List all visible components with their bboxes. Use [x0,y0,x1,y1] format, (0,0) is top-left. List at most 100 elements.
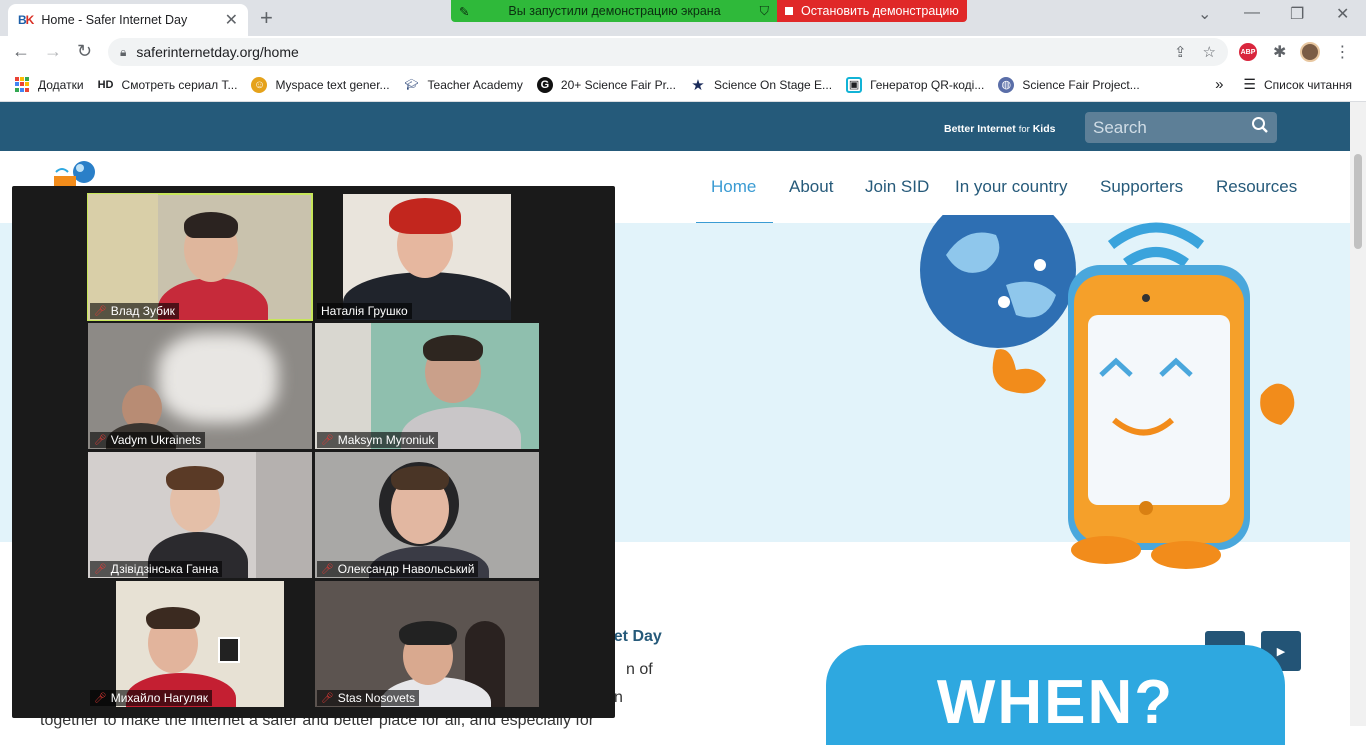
arrow-right-icon: ▶ [1276,645,1286,658]
participant-name: Олександр Навольський [337,562,475,576]
participant-tile[interactable]: 🎤︎ Vadym Ukrainets [88,323,312,449]
forward-icon[interactable]: → [44,41,62,62]
mic-muted-icon: 🎤︎ [321,692,334,704]
mic-muted-icon: 🎤︎ [94,563,107,575]
when-card: WHEN? [826,645,1285,745]
bookmark-science-on-stage[interactable]: ★ Science On Stage E... [690,76,833,94]
bookmark-label: Science Fair Project... [1022,77,1140,92]
nav-resources[interactable]: Resources [1216,177,1297,197]
star-icon: ★ [691,76,705,94]
participant-name: Михайло Нагуляк [110,691,208,705]
reading-list-label: Список читання [1263,77,1352,92]
share-pin-icon[interactable]: ✎ [459,4,469,19]
minimize-icon[interactable]: — [1244,4,1260,22]
window-close-icon[interactable]: ✕ [1336,4,1349,24]
tab-close-icon[interactable]: ✕ [225,10,238,30]
search-icon[interactable] [1251,116,1269,139]
adblock-icon[interactable]: ABP [1239,43,1257,61]
participant-tile[interactable]: 🎤︎ Влад Зубик [87,193,313,321]
participant-name: Влад Зубик [110,304,175,318]
page-scrollbar[interactable] [1350,102,1366,726]
participant-tile[interactable]: 🎤︎ Дзівідзінська Ганна [88,452,312,578]
menu-icon[interactable]: ⋮ [1334,42,1350,62]
hero-illustration [916,192,1316,590]
bookmark-label: Science On Stage E... [713,77,833,92]
participant-name: Наталія Грушко [321,304,408,318]
tab-title: Home - Safer Internet Day [41,13,188,27]
screen-share-status: ✎ Вы запустили демонстрацию экрана ⛉ [451,0,777,22]
apps-grid-icon [14,76,30,93]
nav-home[interactable]: Home [711,177,756,197]
bookmark-teacher-academy[interactable]: 🎓︎ Teacher Academy [404,77,523,93]
reading-list-icon: ☰ [1243,76,1256,92]
scrollbar-thumb[interactable] [1354,154,1362,249]
restore-icon[interactable]: ❐ [1290,4,1304,24]
stop-share-label: Остановить демонстрацию [801,4,959,18]
stop-icon [785,7,793,15]
site-search-input[interactable]: Search [1085,112,1277,143]
url-text: saferinternetday.org/home [136,44,299,60]
participant-tile[interactable]: 🎤︎ Олександр Навольський [315,452,539,578]
address-bar[interactable]: 🔒︎ saferinternetday.org/home ⇪ ☆ [108,38,1228,66]
bookmark-label: Teacher Academy [427,77,523,92]
browser-tab-bar: BK Home - Safer Internet Day ✕ + ✎ Вы за… [0,0,1366,36]
participant-tile[interactable]: 🎤︎ Maksym Myroniuk [315,323,539,449]
bookmark-science-fair[interactable]: G 20+ Science Fair Pr... [536,76,676,93]
myspace-icon: ☺ [251,76,268,93]
participant-name: Vadym Ukrainets [110,433,202,447]
participant-tile[interactable]: Наталія Грушко [315,194,539,320]
nav-about[interactable]: About [789,177,833,197]
new-tab-icon[interactable]: + [260,5,273,31]
mic-muted-icon: 🎤︎ [94,434,107,446]
bookmark-label: Myspace text gener... [275,77,390,92]
tab-search-icon[interactable]: ⌄ [1198,4,1211,24]
lock-icon[interactable]: 🔒︎ [120,45,126,60]
reload-icon[interactable]: ↻ [77,41,92,62]
bookmark-science-fair-project[interactable]: ◍ Science Fair Project... [998,76,1140,93]
mic-muted-icon: 🎤︎ [94,305,107,317]
participant-name: Stas Nosovets [337,691,416,705]
back-icon[interactable]: ← [12,41,30,62]
nav-join-sid[interactable]: Join SID [865,177,929,197]
stop-share-button[interactable]: Остановить демонстрацию [777,0,967,22]
site-favicon-icon: BK [18,13,34,27]
browser-tab[interactable]: BK Home - Safer Internet Day ✕ [8,4,248,36]
browser-toolbar: ← → ↻ 🔒︎ saferinternetday.org/home ⇪ ☆ A… [0,36,1366,68]
g-icon: G [536,76,553,93]
participant-tile[interactable]: 🎤︎ Михайло Нагуляк [88,581,312,707]
more-bookmarks-icon[interactable]: » [1215,76,1223,93]
bookmark-label: Додатки [38,77,84,92]
bookmarks-bar: Додатки HD Смотреть сериал Т... ☺ Myspac… [0,68,1366,102]
bookmark-label: 20+ Science Fair Pr... [560,77,676,92]
participant-tile[interactable]: 🎤︎ Stas Nosovets [315,581,539,707]
mic-muted-icon: 🎤︎ [321,563,334,575]
participant-name: Maksym Myroniuk [337,433,435,447]
search-placeholder: Search [1093,117,1147,137]
screen-share-bar: ✎ Вы запустили демонстрацию экрана ⛉ Ост… [451,0,967,22]
participant-name: Дзівідзінська Ганна [110,562,219,576]
hd-icon: HD [97,78,114,91]
nav-in-your-country[interactable]: In your country [955,177,1067,197]
bookmark-star-icon[interactable]: ☆ [1203,43,1216,61]
mic-muted-icon: 🎤︎ [94,692,107,704]
site-top-bar: Better Internet for Kids Search [0,102,1350,151]
bookmark-hd[interactable]: HD Смотреть сериал Т... [98,77,238,93]
bookmark-myspace[interactable]: ☺ Myspace text gener... [251,76,390,93]
profile-avatar[interactable] [1300,42,1321,62]
share-icon[interactable]: ⇪ [1174,43,1187,61]
reading-list-button[interactable]: ☰ Список читання [1243,76,1352,93]
when-heading: WHEN? [936,668,1175,737]
globe-icon: ◍ [998,76,1015,93]
video-conference-window[interactable]: 🎤︎ Влад Зубик Наталія Грушко 🎤︎ Vadym Ukra… [12,186,615,718]
site-brand-text[interactable]: Better Internet for Kids [944,123,1055,135]
nav-supporters[interactable]: Supporters [1100,177,1183,197]
graduation-cap-icon: 🎓︎ [404,79,419,91]
shield-icon: ⛉ [759,3,769,18]
bookmark-apps[interactable]: Додатки [14,76,84,93]
bookmark-label: Генератор QR-коді... [870,77,985,92]
bookmark-qr-generator[interactable]: ▣ Генератор QR-коді... [846,76,985,93]
screen-share-status-text: Вы запустили демонстрацию экрана [508,4,721,18]
bookmark-label: Смотреть сериал Т... [121,77,238,92]
mic-muted-icon: 🎤︎ [321,434,334,446]
extensions-icon[interactable]: ✱ [1273,42,1286,62]
